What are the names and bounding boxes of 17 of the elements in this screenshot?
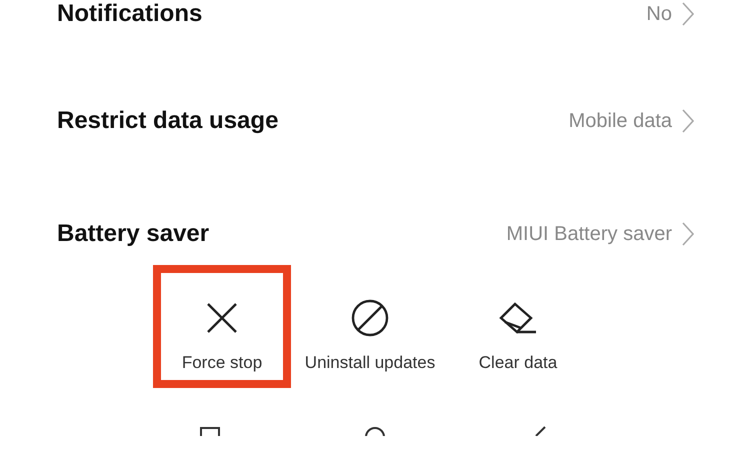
uninstall-updates-button[interactable]: Uninstall updates (301, 265, 439, 388)
force-stop-button[interactable]: Force stop (153, 265, 291, 388)
setting-value: MIUI Battery saver (506, 222, 672, 247)
chevron-right-icon (682, 222, 694, 246)
setting-label[interactable]: Battery saver (57, 216, 506, 252)
recents-icon[interactable] (200, 426, 220, 436)
home-icon[interactable] (365, 426, 385, 436)
chevron-right-icon (682, 2, 694, 26)
setting-label[interactable]: Restrict data usage (57, 103, 569, 139)
close-icon (206, 302, 238, 334)
prohibited-icon (351, 299, 389, 337)
setting-value: No (646, 2, 672, 27)
setting-label[interactable]: Notifications (57, 0, 646, 32)
clear-data-button[interactable]: Clear data (449, 265, 587, 388)
eraser-icon (498, 300, 538, 336)
setting-value: Mobile data (568, 109, 672, 134)
chevron-right-icon (682, 109, 694, 133)
